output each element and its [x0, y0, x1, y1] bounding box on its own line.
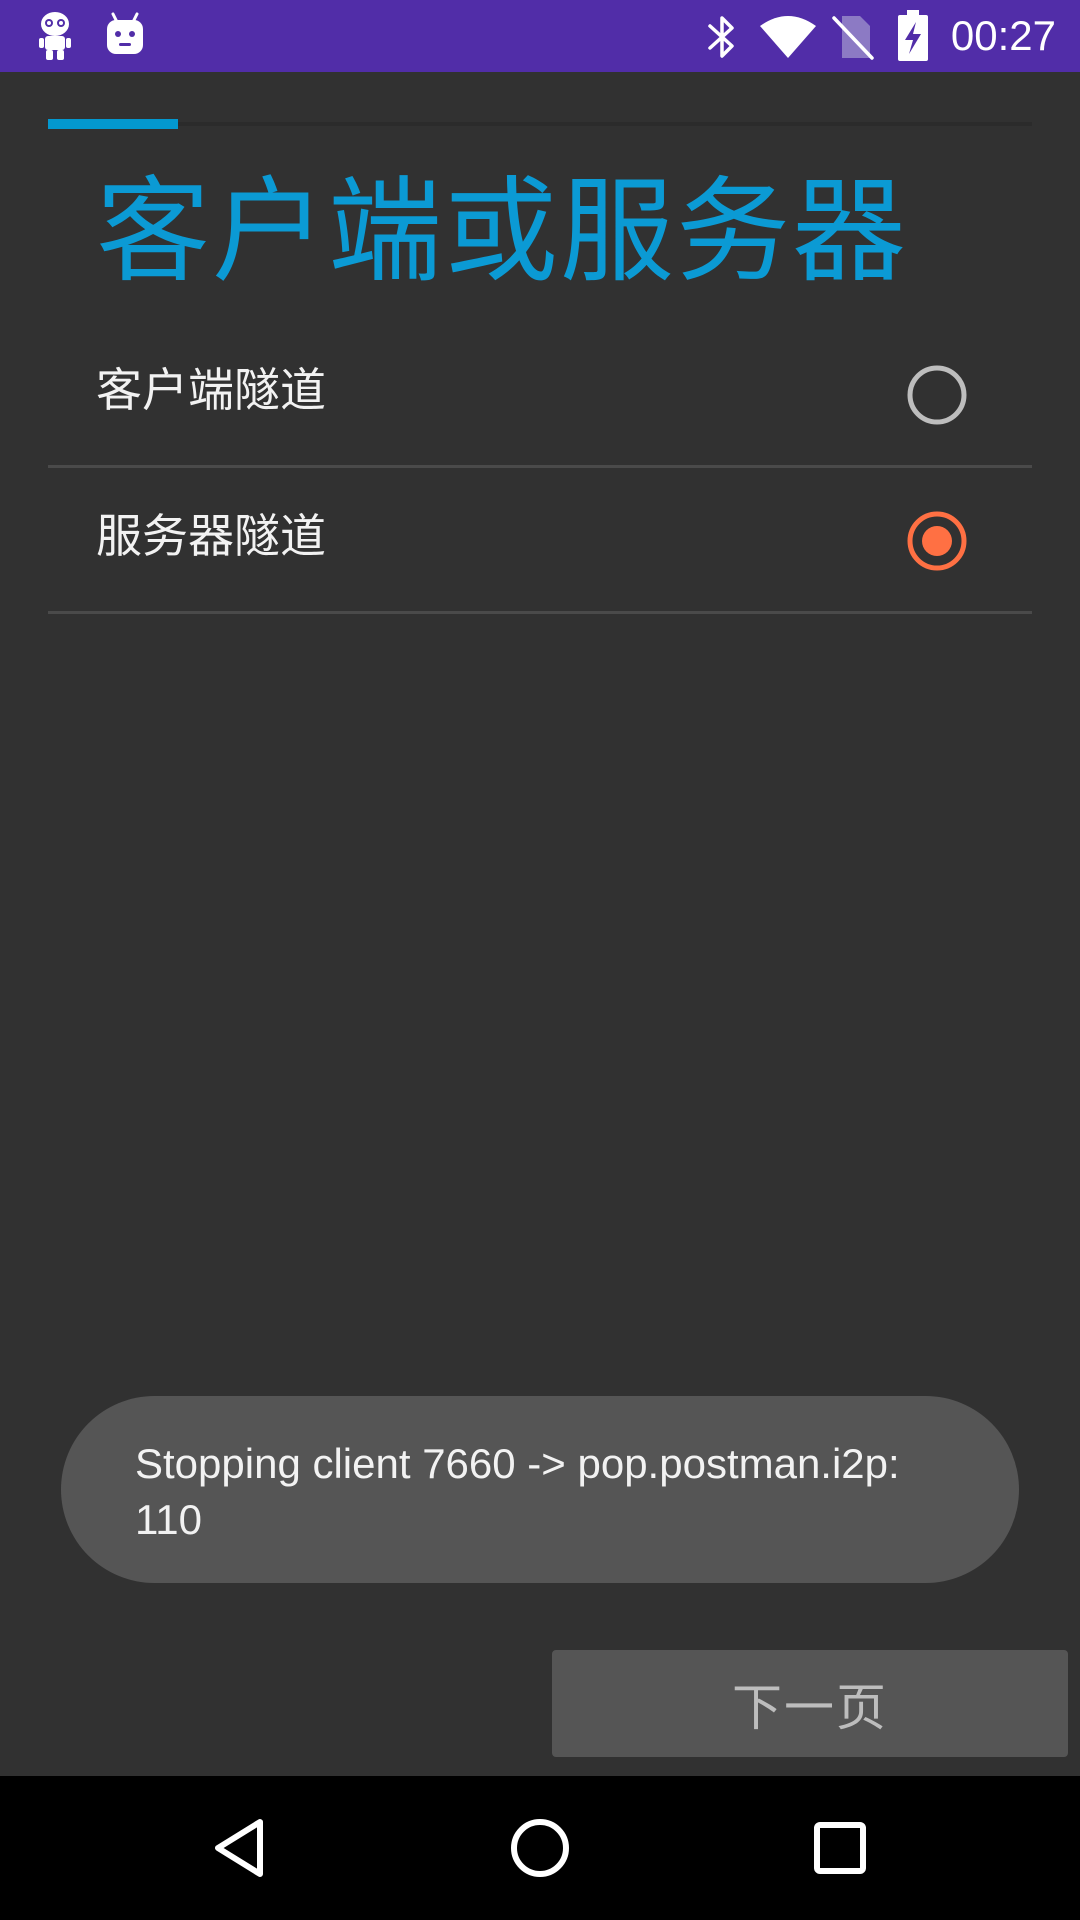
bluetooth-icon: [708, 16, 734, 58]
no-sim-icon: [832, 16, 874, 60]
option-label: 客户端隧道: [96, 363, 326, 417]
app-screen: 00:27 客户端或服务器 客户端隧道 服务器隧道 Stopping clien…: [0, 0, 1080, 1920]
radio-checked-icon[interactable]: [906, 510, 968, 572]
back-icon[interactable]: [204, 1812, 276, 1884]
toast-text: Stopping client 7660 -> pop.postman.i2p:…: [135, 1440, 900, 1543]
home-icon[interactable]: [504, 1812, 576, 1884]
next-page-label: 下一页: [732, 1678, 888, 1737]
step-progress: [48, 119, 1032, 129]
i2p-robot-icon: [39, 12, 71, 60]
navigation-bar: [0, 1776, 1080, 1920]
status-bar: 00:27: [0, 0, 1080, 72]
android-icon: [107, 12, 143, 54]
wifi-icon: [760, 16, 816, 58]
step-track: [178, 122, 1032, 126]
toast-message: Stopping client 7660 -> pop.postman.i2p:…: [61, 1396, 1019, 1583]
status-time: 00:27: [950, 12, 1056, 59]
next-page-button[interactable]: 下一页: [552, 1650, 1068, 1757]
step-current: [48, 119, 178, 129]
battery-charging-icon: [898, 10, 928, 61]
recents-icon[interactable]: [804, 1812, 876, 1884]
option-server-tunnel[interactable]: 服务器隧道: [48, 468, 1032, 614]
page-title: 客户端或服务器: [96, 165, 909, 298]
option-label: 服务器隧道: [96, 509, 326, 563]
radio-unchecked-icon[interactable]: [906, 364, 968, 426]
option-client-tunnel[interactable]: 客户端隧道: [48, 322, 1032, 468]
